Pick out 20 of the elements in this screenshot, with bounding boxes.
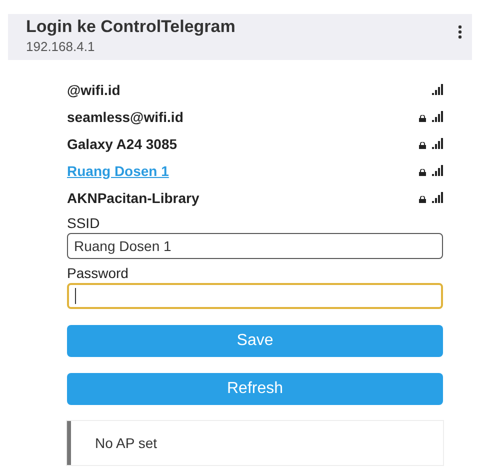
lock-icon: [419, 142, 426, 149]
signal-icon: [432, 192, 443, 203]
page-title: Login ke ControlTelegram: [26, 17, 236, 37]
lock-icon: [419, 169, 426, 176]
field-label: SSID: [67, 215, 101, 231]
ssid-field[interactable]: Ruang Dosen 1: [67, 233, 443, 259]
network-link[interactable]: Galaxy A24 3085: [67, 136, 178, 152]
network-link[interactable]: seamless@wifi.id: [67, 108, 184, 124]
lock-icon: [419, 196, 426, 203]
page-address: 192.168.4.1: [26, 39, 96, 54]
signal-icon: [432, 165, 443, 176]
signal-icon: [432, 138, 443, 149]
signal-icon: [432, 84, 443, 95]
network-link[interactable]: @wifi.id: [67, 82, 120, 98]
field-label: Password: [67, 265, 130, 281]
lock-icon: [419, 115, 426, 122]
network-link[interactable]: AKNPacitan-Library: [67, 190, 200, 206]
menu-icon[interactable]: [458, 25, 462, 39]
signal-icon: [432, 111, 443, 122]
password-field[interactable]: [67, 283, 443, 309]
